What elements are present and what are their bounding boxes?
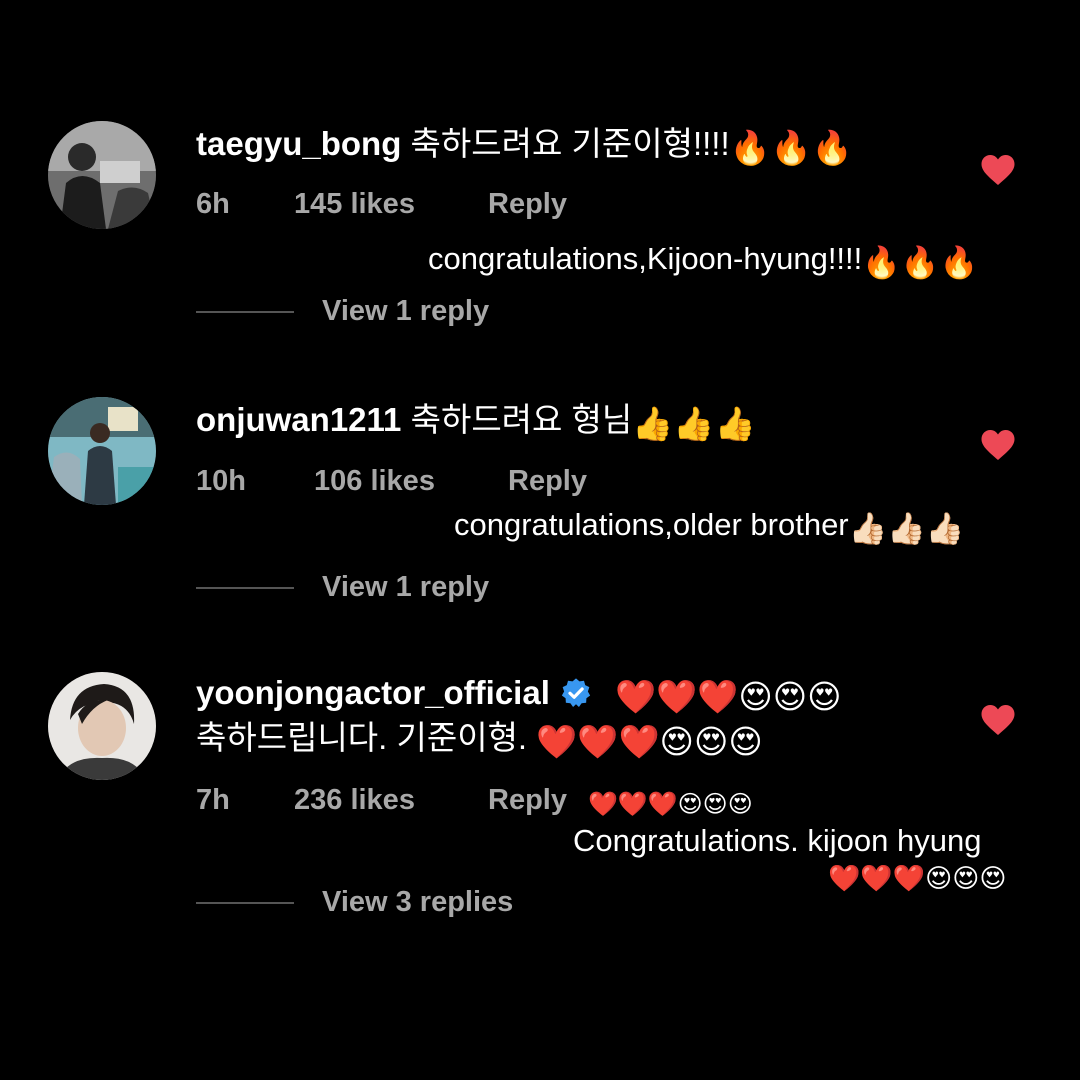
avatar[interactable]: [48, 121, 156, 229]
comment-body: 축하드려요 기준이형!!!!: [410, 125, 730, 162]
username[interactable]: onjuwan1211: [196, 401, 401, 438]
likes-count[interactable]: 145 likes: [294, 186, 415, 222]
translation-emoji-top: ❤️❤️❤️😍😍😍: [588, 791, 753, 818]
fire-emoji: 🔥🔥🔥: [729, 129, 853, 166]
reply-button[interactable]: Reply: [488, 782, 567, 818]
divider: [196, 587, 294, 589]
likes-count[interactable]: 106 likes: [314, 463, 435, 499]
avatar[interactable]: [48, 672, 156, 780]
comment-text: onjuwan1211 축하드려요 형님👍👍👍: [196, 400, 756, 444]
username[interactable]: taegyu_bong: [196, 125, 401, 162]
timestamp: 7h: [196, 784, 230, 816]
heart-eyes-emoji: ❤️❤️❤️😍😍😍: [536, 723, 763, 760]
like-heart-icon[interactable]: [980, 153, 1016, 187]
translation-text: congratulations,Kijoon-hyung!!!!: [428, 241, 863, 276]
translation-text: congratulations,older brother: [454, 507, 849, 542]
profile-photo-icon: [48, 121, 156, 229]
comment-text: taegyu_bong 축하드려요 기준이형!!!!🔥🔥🔥: [196, 124, 853, 168]
likes-count[interactable]: 236 likes: [294, 782, 415, 818]
view-replies-label[interactable]: View 1 reply: [322, 293, 489, 329]
comment-body: 축하드립니다. 기준이형.: [196, 719, 528, 756]
reply-button[interactable]: Reply: [488, 186, 567, 222]
like-heart-icon[interactable]: [980, 703, 1016, 737]
divider: [196, 902, 294, 904]
fire-emoji: 🔥🔥🔥: [862, 245, 979, 280]
comment-text-line-1: yoonjongactor_official ❤️❤️❤️😍😍😍: [196, 673, 842, 717]
profile-photo-icon: [48, 672, 156, 780]
translation-overlay: congratulations,Kijoon-hyung!!!!🔥🔥🔥: [428, 240, 978, 282]
timestamp: 6h: [196, 188, 230, 220]
username[interactable]: yoonjongactor_official: [196, 674, 550, 711]
thumbs-up-emoji: 👍🏻👍🏻👍🏻: [848, 511, 965, 546]
verified-badge-icon: [561, 678, 591, 707]
comment-body: 축하드려요 형님: [410, 401, 633, 438]
view-replies-label[interactable]: View 3 replies: [322, 884, 513, 920]
like-heart-icon[interactable]: [980, 428, 1016, 462]
avatar[interactable]: [48, 397, 156, 505]
reply-button[interactable]: Reply: [508, 463, 587, 499]
profile-photo-icon: [48, 397, 156, 505]
thumbs-up-emoji: 👍👍👍: [632, 405, 756, 442]
divider: [196, 311, 294, 313]
view-replies-label[interactable]: View 1 reply: [322, 569, 489, 605]
timestamp: 10h: [196, 465, 246, 497]
translation-emoji: ❤️❤️❤️😍😍😍: [828, 863, 1007, 893]
comment-text-line-2: 축하드립니다. 기준이형. ❤️❤️❤️😍😍😍: [196, 718, 763, 762]
heart-eyes-emoji: ❤️❤️❤️😍😍😍: [615, 678, 842, 715]
translation-overlay: congratulations,older brother👍🏻👍🏻👍🏻: [454, 506, 964, 548]
translation-text: Congratulations. kijoon hyung: [573, 823, 982, 858]
